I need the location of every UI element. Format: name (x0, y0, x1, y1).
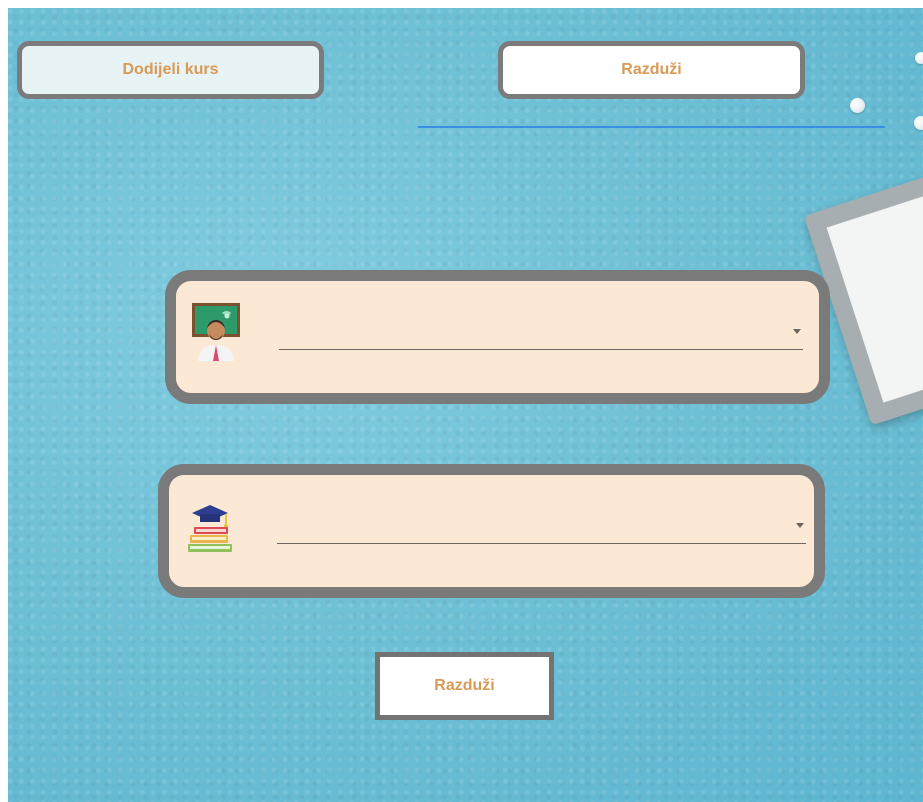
teacher-select-field (165, 270, 830, 404)
decorative-dot (914, 116, 923, 130)
tab-assign-course[interactable]: Dodijeli kurs (17, 41, 324, 99)
decorative-dot (915, 52, 923, 64)
chevron-down-icon[interactable] (796, 523, 804, 528)
course-books-icon (182, 495, 238, 557)
tab-assign-course-label: Dodijeli kurs (122, 61, 219, 78)
active-tab-indicator (418, 126, 885, 128)
unassign-submit-button[interactable]: Razduži (375, 652, 554, 720)
teacher-select-dropdown[interactable] (279, 349, 803, 350)
tab-unassign[interactable]: Razduži (498, 41, 805, 99)
decorative-dot (850, 98, 865, 113)
unassign-submit-label: Razduži (434, 677, 495, 694)
app-canvas: Dodijeli kurs Razduži Razduži (8, 8, 923, 802)
course-select-field (158, 464, 825, 598)
teacher-icon (189, 301, 245, 363)
course-select-dropdown[interactable] (277, 543, 806, 544)
tab-unassign-label: Razduži (621, 61, 682, 78)
chevron-down-icon[interactable] (793, 329, 801, 334)
